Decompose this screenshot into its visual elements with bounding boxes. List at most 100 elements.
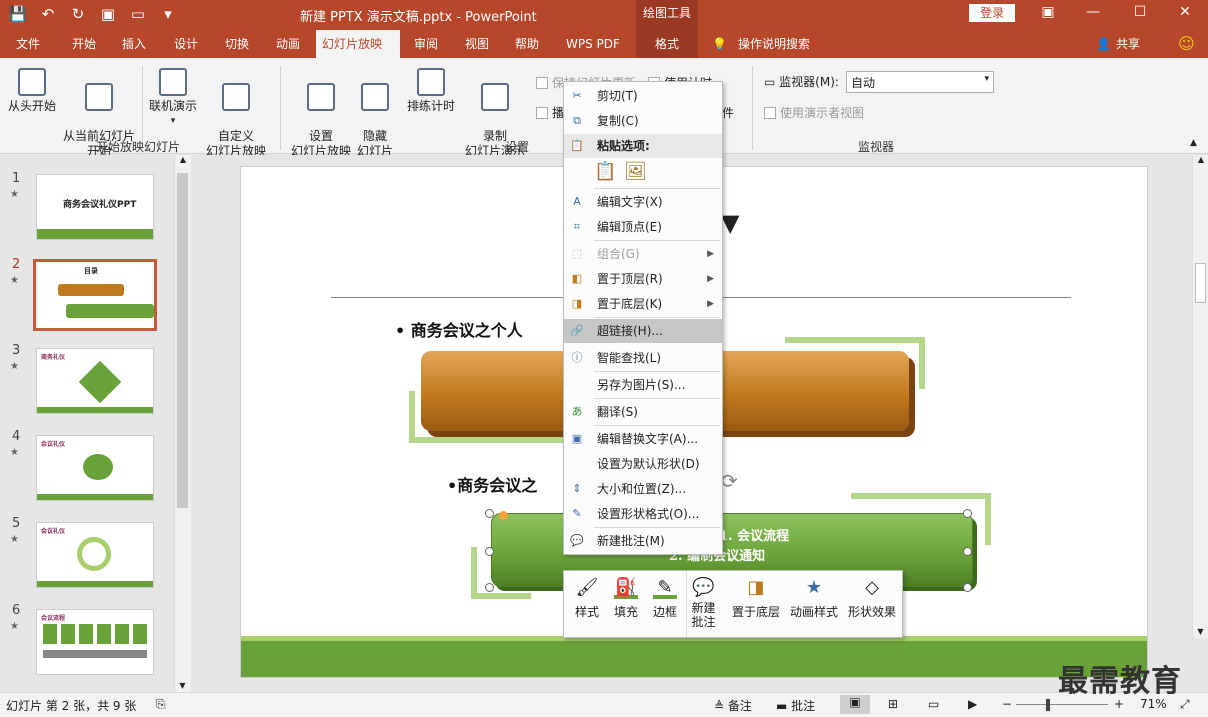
adjust-handle[interactable]	[499, 511, 508, 520]
menu-copy[interactable]: ⧉ 复制(C)	[564, 109, 722, 133]
menu-edit-text[interactable]: A 编辑文字(X)	[564, 190, 722, 214]
tab-view[interactable]: 视图	[459, 30, 495, 58]
notes-button[interactable]: ≜ 备注	[714, 697, 752, 714]
share-button[interactable]: 共享	[1110, 30, 1146, 58]
resize-handle[interactable]	[963, 583, 972, 592]
scroll-up-icon[interactable]: ▲	[1193, 155, 1208, 164]
save-icon[interactable]: 💾	[8, 5, 28, 23]
new-file-icon[interactable]: ▭	[128, 5, 148, 23]
menu-new-comment[interactable]: 💬 新建批注(M)	[564, 529, 722, 553]
hide-slide-button[interactable]: 隐藏 幻灯片	[355, 68, 395, 159]
rotate-handle-icon[interactable]: ⟳	[721, 469, 738, 493]
maximize-button[interactable]: ☐	[1125, 4, 1155, 20]
paste-keep-source-icon[interactable]: 📋	[594, 161, 616, 182]
setup-slideshow-button[interactable]: 设置 幻灯片放映	[290, 68, 352, 159]
scroll-thumb[interactable]	[1195, 263, 1206, 303]
slide-thumbnail-4[interactable]: 会议礼仪	[36, 435, 154, 501]
slide-thumbnail-6[interactable]: 会议流程	[36, 609, 154, 675]
menu-edit-alt-text[interactable]: ▣ 编辑替换文字(A)...	[564, 427, 722, 451]
new-comment-button[interactable]: 💬 新建 批注	[686, 571, 720, 637]
presenter-view-checkbox[interactable]: 使用演示者视图	[764, 104, 864, 121]
outline-button[interactable]: ✎ 边框	[646, 571, 684, 637]
scroll-thumb[interactable]	[177, 173, 188, 508]
tab-animations[interactable]: 动画	[270, 30, 306, 58]
resize-handle[interactable]	[485, 583, 494, 592]
slideshow-view-icon[interactable]: ▶	[968, 697, 977, 711]
animation-styles-button[interactable]: ★ 动画样式	[786, 571, 842, 637]
show-media-controls-checkbox[interactable]: 件	[722, 104, 734, 121]
slide-thumbnail-3[interactable]: 商务礼仪	[36, 348, 154, 414]
star-icon: ★	[10, 189, 19, 200]
resize-handle[interactable]	[963, 547, 972, 556]
tab-review[interactable]: 审阅	[408, 30, 444, 58]
resize-handle[interactable]	[485, 509, 494, 518]
present-icon[interactable]: ▣	[98, 5, 118, 23]
login-button[interactable]: 登录	[969, 4, 1015, 22]
redo-icon[interactable]: ↻	[68, 5, 88, 23]
shape-effects-button[interactable]: ◇ 形状效果	[844, 571, 900, 637]
thumbnails-scrollbar[interactable]: ▲ ▼	[174, 155, 191, 692]
spellcheck-icon[interactable]: ⎘	[156, 697, 166, 712]
slide-thumbnail-1[interactable]: 商务会议礼仪PPT	[36, 174, 154, 240]
menu-smart-lookup[interactable]: ⓘ 智能查找(L)	[564, 346, 722, 370]
tab-format[interactable]: 格式	[636, 30, 698, 58]
comments-button[interactable]: ▬ 批注	[776, 697, 815, 714]
scroll-up-icon[interactable]: ▲	[175, 155, 191, 164]
menu-bring-to-front[interactable]: ◧ 置于顶层(R) ▶	[564, 267, 722, 291]
zoom-out-button[interactable]: −	[1002, 697, 1012, 711]
menu-set-default-shape[interactable]: 设置为默认形状(D)	[564, 452, 722, 476]
tell-me-search[interactable]: 操作说明搜索	[732, 30, 816, 58]
menu-send-to-back[interactable]: ◨ 置于底层(K) ▶	[564, 292, 722, 316]
online-present-button[interactable]: 联机演示 ▾	[146, 68, 200, 129]
smiley-feedback-icon[interactable]: ☺	[1172, 30, 1201, 58]
scroll-down-icon[interactable]: ▼	[175, 681, 190, 690]
scroll-down-icon[interactable]: ▼	[1193, 627, 1208, 636]
customize-qat-icon[interactable]: ▾	[158, 5, 178, 23]
menu-edit-points[interactable]: ⌗ 编辑顶点(E)	[564, 215, 722, 239]
monitor-select[interactable]: 自动 ▾	[846, 71, 994, 93]
tab-wps-pdf[interactable]: WPS PDF	[560, 30, 626, 58]
slide-thumbnail-5[interactable]: 会议礼仪	[36, 522, 154, 588]
ribbon-display-icon[interactable]: ▣	[1033, 4, 1063, 20]
from-start-button[interactable]: 从头开始	[6, 68, 58, 114]
slide-thumbnail-2[interactable]: 目录	[33, 259, 157, 331]
send-to-back-button[interactable]: ◨ 置于底层	[730, 571, 782, 637]
menu-cut[interactable]: ✂ 剪切(T)	[564, 84, 722, 108]
bullet-2: •商务会议之	[447, 476, 538, 495]
play-narrations-checkbox[interactable]: 播	[536, 104, 564, 121]
thumb-title: 商务礼仪	[41, 354, 66, 361]
fill-button[interactable]: ⛽ 填充	[608, 571, 644, 637]
tab-file[interactable]: 文件	[10, 30, 46, 58]
tab-help[interactable]: 帮助	[509, 30, 545, 58]
zoom-slider[interactable]	[1016, 704, 1108, 705]
tab-slideshow[interactable]: 幻灯片放映	[316, 30, 400, 58]
shape-effects-icon: ◇	[865, 577, 879, 598]
resize-handle[interactable]	[485, 547, 494, 556]
undo-icon[interactable]: ↶	[38, 5, 58, 23]
menu-format-shape[interactable]: ✎ 设置形状格式(O)...	[564, 502, 722, 526]
reading-view-icon[interactable]: ▭	[928, 697, 939, 711]
custom-show-button[interactable]: 自定义 幻灯片放映	[200, 68, 272, 159]
slide-number: 3	[12, 343, 21, 358]
menu-hyperlink[interactable]: 🔗 超链接(H)...	[564, 319, 722, 343]
rehearse-button[interactable]: 排练计时	[405, 68, 457, 114]
zoom-slider-thumb[interactable]	[1046, 699, 1050, 711]
group-start-slideshow: 开始放映幻灯片	[96, 140, 181, 154]
normal-view-icon[interactable]: ▣	[840, 695, 870, 714]
menu-translate[interactable]: あ翻译(S)	[564, 400, 722, 424]
slide-scrollbar[interactable]: ▲ ▼	[1192, 155, 1208, 638]
menu-size-position[interactable]: ⇕ 大小和位置(Z)...	[564, 477, 722, 501]
tab-transitions[interactable]: 切换	[219, 30, 255, 58]
tab-home[interactable]: 开始	[66, 30, 102, 58]
style-button[interactable]: 🖌 样式	[568, 571, 606, 637]
menu-save-as-picture[interactable]: 另存为图片(S)...	[564, 373, 722, 397]
minimize-button[interactable]: —	[1078, 4, 1108, 20]
slide-sorter-icon[interactable]: ⊞	[888, 697, 898, 711]
collapse-ribbon-icon[interactable]: ▲	[1190, 138, 1197, 148]
tab-design[interactable]: 设计	[168, 30, 204, 58]
tab-insert[interactable]: 插入	[116, 30, 152, 58]
resize-handle[interactable]	[963, 509, 972, 518]
close-button[interactable]: ✕	[1170, 4, 1200, 20]
paste-as-picture-icon[interactable]: 🖼	[624, 161, 647, 182]
title-bar: 💾 ↶ ↻ ▣ ▭ ▾ 新建 PPTX 演示文稿.pptx - PowerPoi…	[0, 0, 1208, 30]
